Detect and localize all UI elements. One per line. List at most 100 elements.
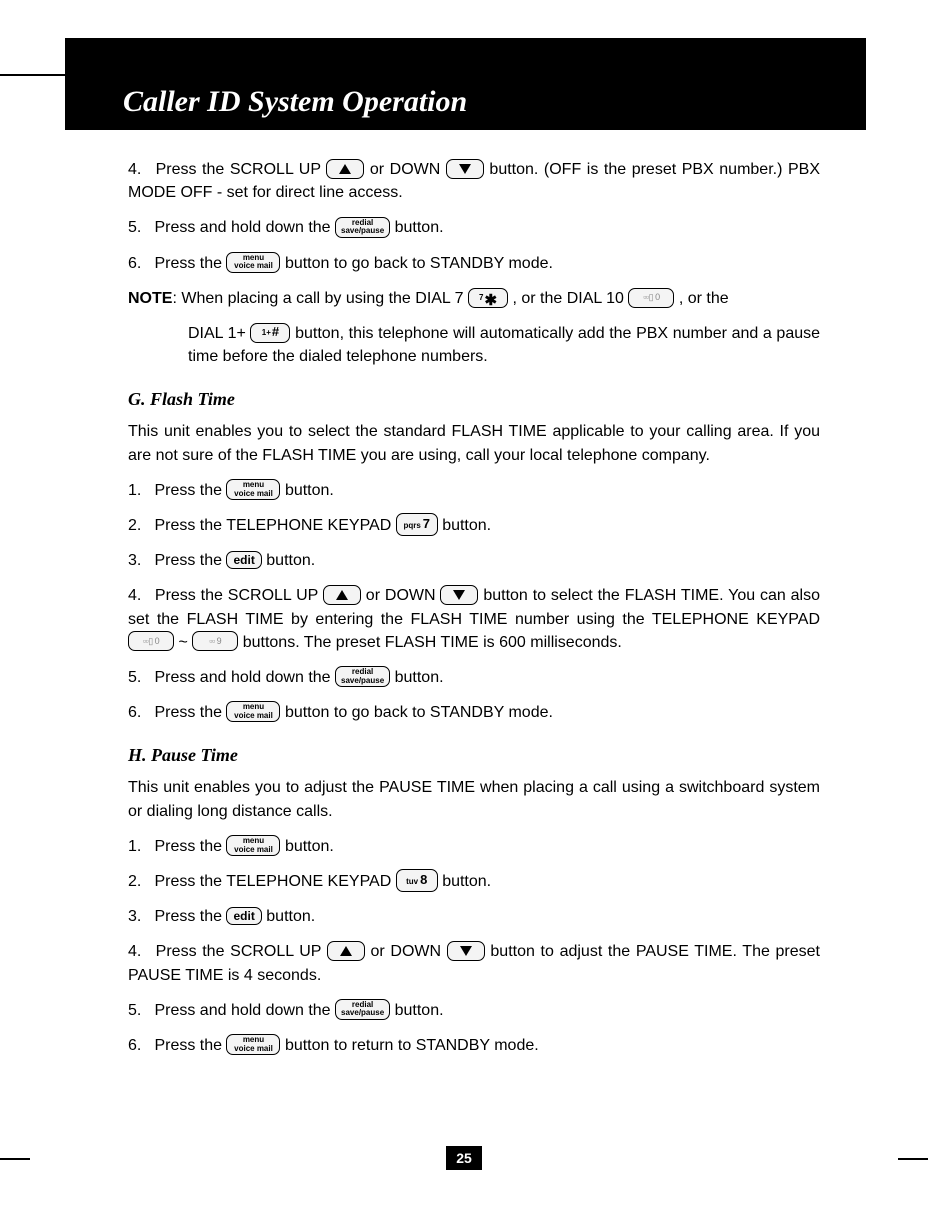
- keypad-8-button: tuv 8: [396, 869, 438, 892]
- step-number: 1.: [128, 835, 150, 858]
- step-number: 4.: [128, 158, 150, 181]
- text: Press the: [154, 704, 226, 721]
- step-number: 4.: [128, 584, 150, 607]
- text: button to go back to STANDBY mode.: [285, 704, 553, 721]
- g-step-1: 1. Press the menu voice mail button.: [128, 479, 820, 502]
- text: Press and hold down the: [154, 1002, 335, 1019]
- text: , or the: [679, 290, 729, 307]
- g-step-3: 3. Press the edit button.: [128, 549, 820, 572]
- text: Press the TELEPHONE KEYPAD: [154, 517, 395, 534]
- text: Press the SCROLL UP: [156, 943, 327, 960]
- redial-save-pause-button: redial save/pause: [335, 217, 390, 238]
- note-line-2: DIAL 1+ 1+ # button, this telephone will…: [188, 322, 820, 368]
- header-black-bar: [65, 38, 866, 74]
- label-bot: voice mail: [234, 490, 273, 498]
- text: Press the TELEPHONE KEYPAD: [154, 873, 395, 890]
- g-step-6: 6. Press the menu voice mail button to g…: [128, 701, 820, 724]
- section-g-intro: This unit enables you to select the stan…: [128, 420, 820, 466]
- step-number: 1.: [128, 479, 150, 502]
- step-5-top: 5. Press and hold down the redial save/p…: [128, 216, 820, 239]
- text: , or the DIAL 10: [512, 290, 628, 307]
- text: button.: [395, 1002, 444, 1019]
- dial-10-button: ▫▫▯ 0: [628, 288, 674, 308]
- text: button.: [285, 482, 334, 499]
- menu-voicemail-button: menu voice mail: [226, 701, 280, 722]
- text: Press the SCROLL UP: [155, 587, 323, 604]
- g-step-5: 5. Press and hold down the redial save/p…: [128, 666, 820, 689]
- text: Press and hold down the: [154, 219, 335, 236]
- hash-icon: #: [272, 323, 279, 342]
- h-step-4: 4. Press the SCROLL UP or DOWN button to…: [128, 940, 820, 986]
- note-label: NOTE: [128, 290, 172, 307]
- redial-save-pause-button: redial save/pause: [335, 999, 390, 1020]
- text: Press the: [154, 482, 226, 499]
- page-number: 25: [446, 1146, 482, 1170]
- dial-7-star-button: 7 ✱: [468, 288, 508, 308]
- keypad-0-button: ▫▫▯ 0: [128, 631, 174, 651]
- menu-voicemail-button: menu voice mail: [226, 835, 280, 856]
- text: ~: [178, 634, 192, 651]
- triangle-down-icon: [460, 946, 472, 956]
- step-4-top: 4. Press the SCROLL UP or DOWN button. (…: [128, 158, 820, 204]
- triangle-up-icon: [339, 164, 351, 174]
- page-title: Caller ID System Operation: [65, 74, 866, 130]
- text: or DOWN: [371, 943, 447, 960]
- dial-1plus-hash-button: 1+ #: [250, 323, 290, 343]
- triangle-up-icon: [340, 946, 352, 956]
- edit-button: edit: [226, 907, 261, 925]
- text: button.: [442, 517, 491, 534]
- step-number: 5.: [128, 216, 150, 239]
- section-g-heading: G. Flash Time: [128, 386, 820, 412]
- text: button.: [395, 219, 444, 236]
- label-bot: voice mail: [234, 712, 273, 720]
- step-number: 4.: [128, 940, 150, 963]
- g-step-2: 2. Press the TELEPHONE KEYPAD pqrs 7 but…: [128, 514, 820, 537]
- scroll-up-button: [326, 159, 364, 179]
- h-step-2: 2. Press the TELEPHONE KEYPAD tuv 8 butt…: [128, 870, 820, 893]
- text: or DOWN: [366, 587, 441, 604]
- text: button.: [285, 838, 334, 855]
- note-line-1: NOTE: When placing a call by using the D…: [128, 287, 820, 310]
- step-number: 3.: [128, 905, 150, 928]
- crop-mark-bottom-left: [0, 1158, 30, 1160]
- h-step-3: 3. Press the edit button.: [128, 905, 820, 928]
- label-bot: save/pause: [341, 227, 384, 235]
- keypad-7-button: pqrs 7: [396, 513, 438, 536]
- label-bot: save/pause: [341, 677, 384, 685]
- step-number: 5.: [128, 666, 150, 689]
- step-number: 6.: [128, 701, 150, 724]
- text: DIAL 1+: [188, 325, 250, 342]
- edit-button: edit: [226, 551, 261, 569]
- h-step-6: 6. Press the menu voice mail button to r…: [128, 1034, 820, 1057]
- text: button.: [266, 552, 315, 569]
- text: or DOWN: [370, 161, 446, 178]
- scroll-up-button: [323, 585, 361, 605]
- menu-voicemail-button: menu voice mail: [226, 252, 280, 273]
- step-number: 3.: [128, 549, 150, 572]
- page-content: 4. Press the SCROLL UP or DOWN button. (…: [128, 158, 820, 1069]
- section-h-heading: H. Pause Time: [128, 742, 820, 768]
- text: Press the: [154, 908, 226, 925]
- triangle-down-icon: [459, 164, 471, 174]
- text: Press the: [154, 255, 226, 272]
- step-number: 5.: [128, 999, 150, 1022]
- label-bot: voice mail: [234, 1045, 273, 1053]
- step-6-top: 6. Press the menu voice mail button to g…: [128, 252, 820, 275]
- scroll-down-button: [446, 159, 484, 179]
- label-sub: 7: [479, 292, 483, 304]
- text: button.: [442, 873, 491, 890]
- text: Press the: [154, 838, 226, 855]
- scroll-down-button: [440, 585, 478, 605]
- text: button to go back to STANDBY mode.: [285, 255, 553, 272]
- label-sub: pqrs: [403, 520, 420, 532]
- text: button to return to STANDBY mode.: [285, 1037, 539, 1054]
- triangle-up-icon: [336, 590, 348, 600]
- label-bot: voice mail: [234, 262, 273, 270]
- label-num: 8: [420, 871, 427, 890]
- g-step-4: 4. Press the SCROLL UP or DOWN button to…: [128, 584, 820, 654]
- label-bot: save/pause: [341, 1009, 384, 1017]
- text: Press the SCROLL UP: [156, 161, 327, 178]
- step-number: 2.: [128, 870, 150, 893]
- scroll-up-button: [327, 941, 365, 961]
- label-sub: tuv: [406, 876, 418, 888]
